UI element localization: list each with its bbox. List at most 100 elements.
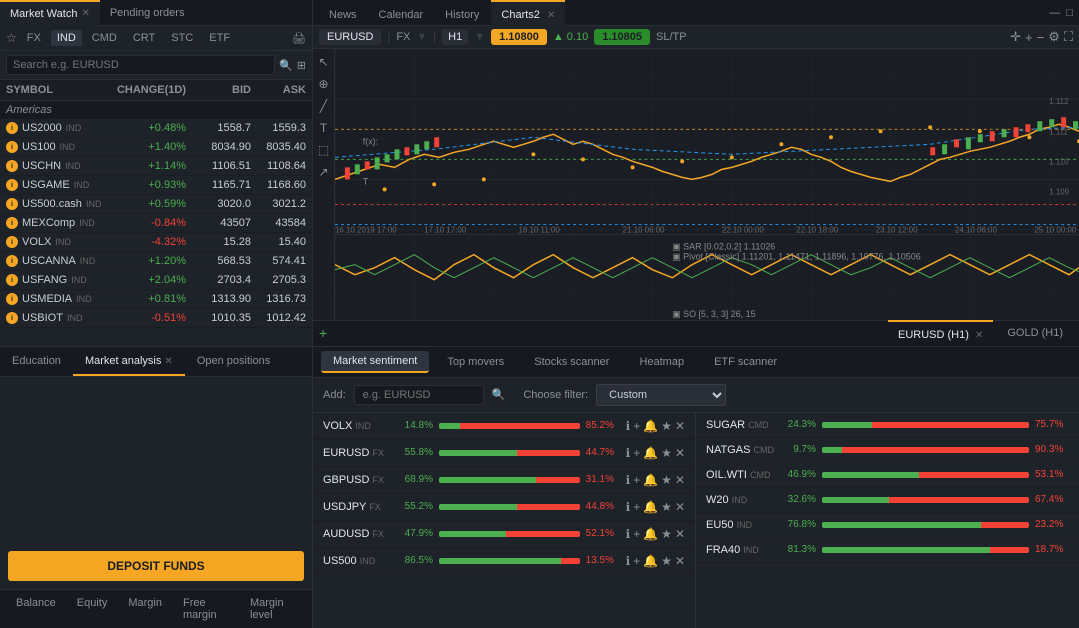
star-icon[interactable]: ★	[661, 527, 672, 541]
add-icon[interactable]: +	[633, 500, 640, 514]
tab-ind[interactable]: IND	[51, 30, 82, 46]
tab-etf-scanner[interactable]: ETF scanner	[702, 352, 789, 372]
star-icon[interactable]: ★	[661, 473, 672, 487]
search-instruments-icon[interactable]: 🔍	[492, 388, 506, 401]
maximize-icon[interactable]: □	[1066, 7, 1073, 19]
tab-market-analysis[interactable]: Market analysis ✕	[73, 346, 185, 376]
footer-tab-margin[interactable]: Margin	[118, 594, 172, 624]
add-icon[interactable]: +	[633, 527, 640, 541]
tab-heatmap[interactable]: Heatmap	[627, 352, 696, 372]
bell-icon[interactable]: 🔔	[643, 527, 658, 541]
tab-calendar[interactable]: Calendar	[369, 0, 434, 26]
footer-tab-balance[interactable]: Balance	[6, 594, 66, 624]
tool-crosshair[interactable]: ⊕	[316, 75, 330, 93]
tab-stocks-scanner[interactable]: Stocks scanner	[522, 352, 621, 372]
grid-icon[interactable]: ⊞	[297, 59, 306, 72]
close-icon[interactable]: ✕	[675, 527, 685, 541]
market-row[interactable]: i VOLX IND -4.32% 15.28 15.40	[0, 233, 312, 252]
star-icon[interactable]: ★	[661, 500, 672, 514]
info-icon[interactable]: ℹ	[626, 473, 631, 487]
deposit-funds-button[interactable]: DEPOSIT FUNDS	[8, 551, 304, 581]
tool-line[interactable]: ╱	[318, 97, 329, 115]
market-row[interactable]: i US500.cash IND +0.59% 3020.0 3021.2	[0, 195, 312, 214]
tab-fx[interactable]: FX	[21, 30, 47, 46]
add-instrument-input[interactable]	[354, 385, 484, 405]
tab-market-sentiment[interactable]: Market sentiment	[321, 351, 429, 373]
market-row[interactable]: i MEXComp IND -0.84% 43507 43584	[0, 214, 312, 233]
market-row[interactable]: i USBIOT IND -0.51% 1010.35 1012.42	[0, 309, 312, 328]
tab-history[interactable]: History	[435, 0, 489, 26]
bell-icon[interactable]: 🔔	[643, 500, 658, 514]
market-row[interactable]: i USCHN IND +1.14% 1106.51 1108.64	[0, 157, 312, 176]
bell-icon[interactable]: 🔔	[643, 446, 658, 460]
close-icon[interactable]: ✕	[675, 419, 685, 433]
tool-text[interactable]: T	[318, 119, 329, 137]
crosshair-icon[interactable]: ✛	[1010, 29, 1021, 45]
footer-tab-margin-level[interactable]: Margin level	[240, 594, 306, 624]
star-icon[interactable]: ★	[661, 419, 672, 433]
tab-etf[interactable]: ETF	[203, 30, 236, 46]
tool-share[interactable]: ↗	[316, 163, 330, 181]
bell-icon[interactable]: 🔔	[643, 554, 658, 568]
add-icon[interactable]: +	[633, 554, 640, 568]
info-icon[interactable]: ℹ	[626, 419, 631, 433]
footer-tab-equity[interactable]: Equity	[67, 594, 118, 624]
tab-open-positions[interactable]: Open positions	[185, 346, 282, 376]
filter-select[interactable]: Custom	[596, 384, 726, 406]
market-row[interactable]: i US2000 IND +0.48% 1558.7 1559.3	[0, 119, 312, 138]
minimize-icon[interactable]: —	[1049, 7, 1060, 19]
footer-tab-free-margin[interactable]: Free margin	[173, 594, 239, 624]
tab-eurusd-h1[interactable]: EURUSD (H1) ✕	[888, 320, 993, 346]
bell-icon[interactable]: 🔔	[643, 419, 658, 433]
star-icon[interactable]: ★	[661, 446, 672, 460]
settings-icon[interactable]: ⚙	[1048, 29, 1060, 45]
info-icon[interactable]: ℹ	[626, 527, 631, 541]
tab-cmd[interactable]: CMD	[86, 30, 123, 46]
tab-market-watch-label: Market Watch	[10, 1, 77, 27]
tab-pending-orders[interactable]: Pending orders	[100, 0, 195, 26]
close-eurusd-tab[interactable]: ✕	[975, 330, 983, 341]
search-input[interactable]	[6, 55, 275, 75]
sym-badge: IND	[71, 275, 87, 285]
tab-market-watch[interactable]: Market Watch ✕	[0, 0, 100, 26]
market-row[interactable]: i USGAME IND +0.93% 1165.71 1168.60	[0, 176, 312, 195]
info-icon[interactable]: ℹ	[626, 446, 631, 460]
close-market-analysis[interactable]: ✕	[164, 356, 172, 367]
market-row[interactable]: i USCANNA IND +1.20% 568.53 574.41	[0, 252, 312, 271]
zoom-in-icon[interactable]: +	[1025, 30, 1033, 45]
zoom-out-icon[interactable]: −	[1037, 30, 1045, 45]
close-market-watch[interactable]: ✕	[81, 1, 89, 27]
tab-crt[interactable]: CRT	[127, 30, 161, 46]
star-icon[interactable]: ☆	[6, 31, 17, 45]
tab-gold-h1[interactable]: GOLD (H1)	[997, 320, 1073, 346]
chart-instrument[interactable]: EURUSD	[319, 29, 381, 45]
info-icon[interactable]: ℹ	[626, 554, 631, 568]
tab-education[interactable]: Education	[0, 346, 73, 376]
tab-top-movers[interactable]: Top movers	[435, 352, 516, 372]
add-icon[interactable]: +	[633, 473, 640, 487]
close-icon[interactable]: ✕	[675, 554, 685, 568]
tool-measure[interactable]: ⬚	[316, 141, 331, 159]
add-icon[interactable]: +	[633, 446, 640, 460]
info-icon[interactable]: ℹ	[626, 500, 631, 514]
close-icon[interactable]: ✕	[675, 446, 685, 460]
printer-icon[interactable]: 🖨	[292, 32, 306, 45]
chart-timeframe[interactable]: H1	[442, 29, 468, 45]
tab-stc[interactable]: STC	[165, 30, 199, 46]
tool-cursor[interactable]: ↖	[316, 53, 330, 71]
sym-name: VOLX	[22, 236, 51, 248]
add-icon[interactable]: +	[633, 419, 640, 433]
star-icon[interactable]: ★	[661, 554, 672, 568]
bell-icon[interactable]: 🔔	[643, 473, 658, 487]
add-chart-tab[interactable]: +	[319, 325, 327, 341]
close-icon[interactable]: ✕	[675, 500, 685, 514]
tab-news[interactable]: News	[319, 0, 367, 26]
close-charts2[interactable]: ✕	[547, 10, 555, 21]
market-row[interactable]: i USFANG IND +2.04% 2703.4 2705.3	[0, 271, 312, 290]
market-row[interactable]: i US100 IND +1.40% 8034.90 8035.40	[0, 138, 312, 157]
close-icon[interactable]: ✕	[675, 473, 685, 487]
market-row[interactable]: i USMEDIA IND +0.81% 1313.90 1316.73	[0, 290, 312, 309]
tab-charts2[interactable]: Charts2 ✕	[491, 0, 565, 26]
svg-text:f(x):: f(x):	[363, 136, 378, 146]
fullscreen-icon[interactable]: ⛶	[1064, 29, 1073, 45]
